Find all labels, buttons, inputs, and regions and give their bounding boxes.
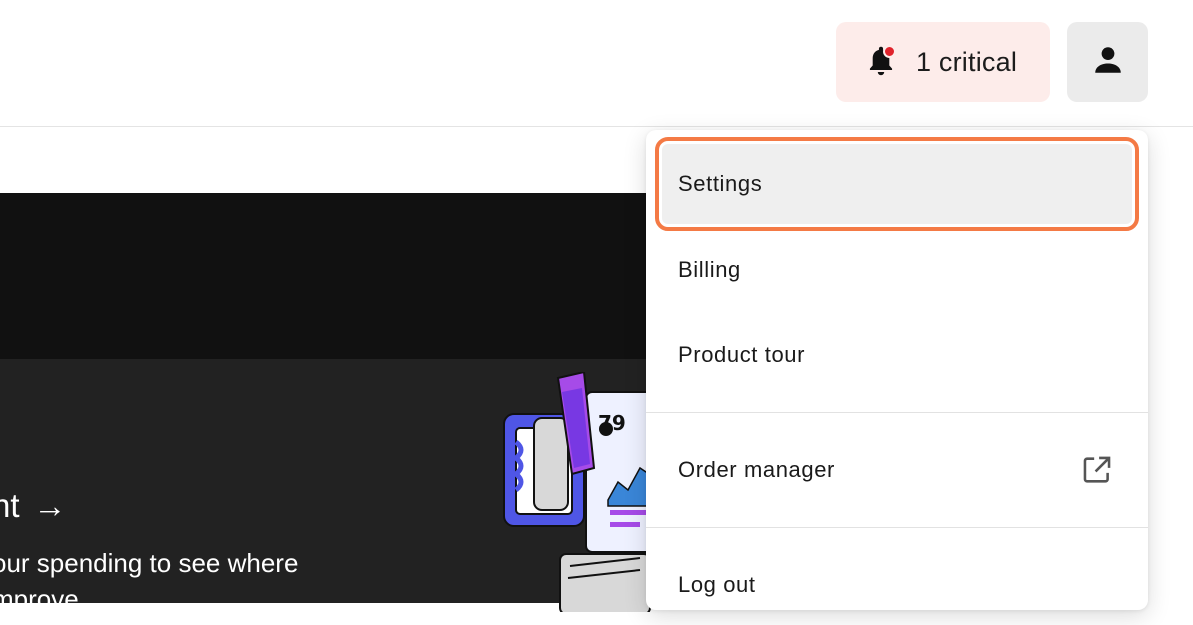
- menu-item-label: Log out: [678, 572, 756, 597]
- alert-dot: [883, 45, 896, 58]
- banner-description: our spending to see where mprove: [0, 545, 392, 603]
- banner-header: [0, 193, 660, 359]
- menu-item-log-out[interactable]: Log out: [662, 545, 1132, 625]
- critical-alerts-button[interactable]: 1 critical: [836, 22, 1050, 102]
- banner-title: nt: [0, 487, 20, 524]
- menu-item-label: Order manager: [678, 457, 835, 482]
- account-dropdown-menu: Settings Billing Product tour Order mana…: [646, 130, 1148, 610]
- menu-item-billing[interactable]: Billing: [662, 230, 1132, 310]
- menu-divider: [646, 412, 1148, 413]
- bell-icon: [864, 44, 898, 80]
- top-bar: 1 critical: [0, 0, 1193, 127]
- spending-illustration: 79: [503, 372, 660, 612]
- arrow-right-icon: →: [33, 487, 67, 524]
- menu-item-product-tour[interactable]: Product tour: [662, 315, 1132, 395]
- banner-title-link[interactable]: nt →: [0, 487, 67, 525]
- menu-item-label: Billing: [678, 257, 741, 282]
- user-icon: [1091, 43, 1125, 82]
- critical-count-label: 1 critical: [916, 46, 1018, 77]
- banner-description-line-2: mprove: [0, 584, 79, 603]
- menu-item-order-manager[interactable]: Order manager: [662, 430, 1132, 510]
- menu-item-settings[interactable]: Settings: [655, 137, 1139, 231]
- menu-item-label: Product tour: [678, 342, 806, 367]
- menu-divider: [646, 527, 1148, 528]
- banner-description-line-1: our spending to see where: [0, 548, 299, 578]
- menu-item-label: Settings: [678, 171, 763, 196]
- external-link-icon: [1080, 453, 1114, 487]
- account-menu-button[interactable]: [1067, 22, 1148, 102]
